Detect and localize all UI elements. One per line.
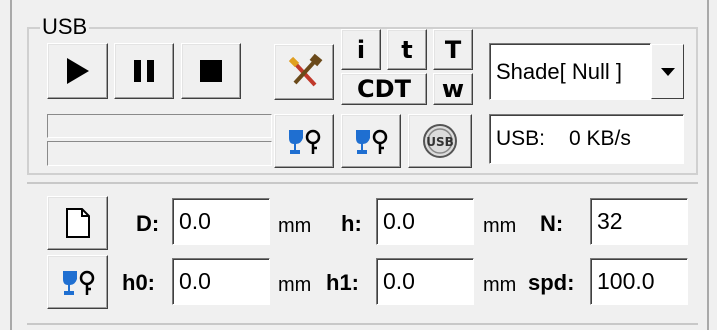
param-n-value: 32 — [597, 208, 623, 234]
shade-dropdown-button[interactable] — [651, 44, 684, 99]
param-h0-unit: mm — [278, 274, 312, 296]
param-d-label: D: — [136, 211, 160, 236]
panel-left-edge — [10, 0, 12, 330]
usb-group-title: USB — [40, 14, 90, 40]
param-d-input[interactable]: 0.0 — [172, 198, 270, 245]
param-h1-value: 0.0 — [383, 268, 415, 294]
bottom-divider — [27, 323, 698, 325]
svg-text:USB: USB — [426, 135, 454, 149]
param-n-label: N: — [540, 211, 564, 236]
param-spd-label: spd: — [528, 270, 575, 295]
key-button-params[interactable] — [47, 255, 108, 309]
key-icon — [285, 126, 323, 156]
tools-button[interactable] — [274, 44, 334, 100]
pause-icon — [132, 58, 156, 84]
w-button-label: w — [441, 75, 465, 103]
shade-select[interactable]: Shade[ Null ] — [489, 43, 651, 100]
key-button-right[interactable] — [341, 114, 401, 168]
tools-icon — [285, 53, 323, 91]
param-spd-value: 100.0 — [597, 268, 655, 294]
section-divider — [27, 182, 698, 184]
i-button[interactable]: i — [341, 29, 381, 70]
param-h-input[interactable]: 0.0 — [376, 198, 474, 245]
param-h0-value: 0.0 — [179, 268, 211, 294]
shade-select-value: Shade[ Null ] — [496, 58, 622, 84]
usb-icon: USB — [421, 122, 459, 160]
param-h1-input[interactable]: 0.0 — [376, 258, 474, 305]
cdt-button[interactable]: CDT — [341, 73, 427, 105]
param-h-unit: mm — [483, 215, 517, 237]
pause-button[interactable] — [114, 43, 174, 99]
progress-bar-bottom — [47, 141, 272, 166]
param-spd-input[interactable]: 100.0 — [590, 258, 688, 305]
t-button-label: t — [401, 35, 413, 64]
usb-button[interactable]: USB — [408, 114, 472, 168]
t-button[interactable]: t — [387, 29, 427, 70]
w-button[interactable]: w — [433, 73, 473, 105]
usb-speed-prefix: USB: — [496, 127, 546, 150]
cdt-button-label: CDT — [357, 75, 411, 103]
T-button-label: T — [444, 35, 462, 64]
param-h0-input[interactable]: 0.0 — [172, 258, 270, 305]
i-button-label: i — [356, 35, 366, 64]
T-button[interactable]: T — [433, 29, 473, 70]
key-icon — [352, 126, 390, 156]
panel-right-edge — [707, 0, 709, 330]
param-d-value: 0.0 — [179, 208, 211, 234]
key-icon — [59, 267, 97, 297]
chevron-down-icon — [660, 67, 675, 76]
play-button[interactable] — [47, 43, 108, 99]
param-h1-label: h1: — [326, 270, 359, 295]
stop-icon — [199, 59, 223, 83]
usb-speed-display: USB: 0 KB/s — [489, 114, 684, 164]
progress-bar-top — [47, 114, 272, 138]
new-file-button[interactable] — [47, 196, 108, 250]
param-h-value: 0.0 — [383, 208, 415, 234]
param-n-input[interactable]: 32 — [590, 198, 688, 245]
param-h1-unit: mm — [483, 274, 517, 296]
stop-button[interactable] — [181, 43, 241, 99]
param-h0-label: h0: — [122, 270, 155, 295]
usb-speed-value: 0 KB/s — [569, 127, 631, 150]
key-button-left[interactable] — [274, 114, 334, 168]
param-h-label: h: — [341, 211, 362, 236]
param-d-unit: mm — [278, 215, 312, 237]
document-icon — [65, 207, 91, 239]
play-icon — [65, 56, 91, 86]
